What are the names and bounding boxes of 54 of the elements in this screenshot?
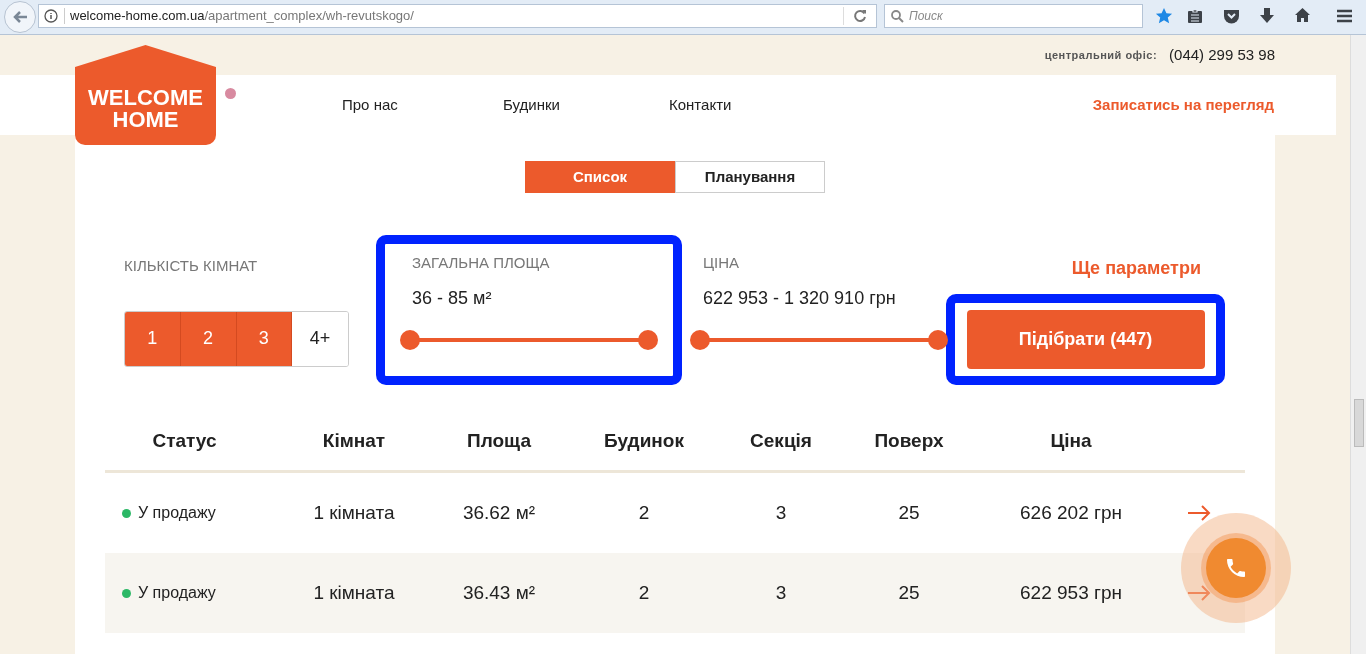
table-cell-text: У продажу	[138, 503, 216, 523]
reading-list-icon[interactable]	[1187, 8, 1203, 24]
office-phone: (044) 299 53 98	[1169, 44, 1275, 65]
table-cell-text: 36.62 м²	[462, 500, 536, 525]
filter-value: 622 953 - 1 320 910 грн	[703, 286, 897, 310]
arrow-right-icon[interactable]	[1186, 505, 1211, 521]
bookmark-star-icon[interactable]	[1155, 7, 1173, 25]
column-header[interactable]: Кімнат	[264, 427, 444, 456]
search-icon	[891, 10, 904, 23]
table-cell-text: 622 953 грн	[1020, 580, 1122, 605]
table-cell-text: 626 202 грн	[1020, 500, 1122, 525]
range-slider[interactable]	[690, 329, 948, 350]
nav-link[interactable]: Контакти	[669, 93, 789, 117]
table-cell-text: 3	[775, 580, 787, 605]
pocket-icon[interactable]	[1223, 8, 1240, 24]
table-cell-text: 25	[898, 500, 920, 525]
home-icon[interactable]	[1294, 7, 1311, 23]
table-row[interactable]: У продажу 1 кімната 36.43 м² 2 3 25 622 953 грн	[105, 553, 1245, 633]
office-label: центральний офіс:	[1044, 47, 1158, 63]
table-cell-text: 2	[638, 580, 650, 605]
table-cell-text: 36.43 м²	[462, 580, 536, 605]
column-header[interactable]: Площа	[444, 427, 554, 456]
filter-label: ЦІНА	[703, 253, 741, 273]
view-tab[interactable]: Планування	[675, 161, 825, 193]
column-header[interactable]: Статус	[105, 427, 264, 456]
column-header[interactable]: Поверх	[828, 427, 990, 456]
url-field[interactable]: welcome-home.com.ua/apartment_complex/wh-revutskogo/	[38, 4, 877, 28]
scrollbar[interactable]	[1350, 35, 1366, 654]
phone-icon	[1224, 556, 1248, 580]
table-cell-text: 1 кімната	[313, 580, 395, 605]
nav-link[interactable]: Про нас	[342, 93, 503, 117]
menu-icon[interactable]	[1336, 9, 1353, 23]
table-cell-text: 1 кімната	[313, 500, 395, 525]
url-text: welcome-home.com.ua/apartment_complex/wh-revutskogo/	[70, 7, 414, 26]
filter-value: 36 - 85 м²	[412, 286, 493, 310]
info-icon	[44, 9, 58, 23]
filter-label: КІЛЬКІСТЬ КІМНАТ	[124, 256, 259, 276]
column-header[interactable]: Секція	[734, 427, 828, 456]
arrow-right-icon[interactable]	[1186, 585, 1211, 601]
column-header[interactable]: Будинок	[554, 427, 734, 456]
back-arrow-icon	[12, 10, 28, 24]
nav-link[interactable]: Будинки	[503, 93, 669, 117]
download-icon[interactable]	[1259, 7, 1275, 24]
filter-label: ЗАГАЛЬНА ПЛОЩА	[412, 253, 551, 273]
table-cell-text: 25	[898, 580, 920, 605]
range-slider[interactable]	[400, 329, 658, 350]
table-cell-text: У продажу	[138, 583, 216, 603]
reload-icon[interactable]	[853, 9, 867, 23]
table-cell-text: 3	[775, 500, 787, 525]
logo-dot-icon	[225, 88, 236, 99]
back-button[interactable]	[4, 1, 36, 33]
table-cell-text: 2	[638, 500, 650, 525]
column-header[interactable]: Ціна	[990, 427, 1152, 456]
search-field[interactable]: Поиск	[884, 4, 1143, 28]
